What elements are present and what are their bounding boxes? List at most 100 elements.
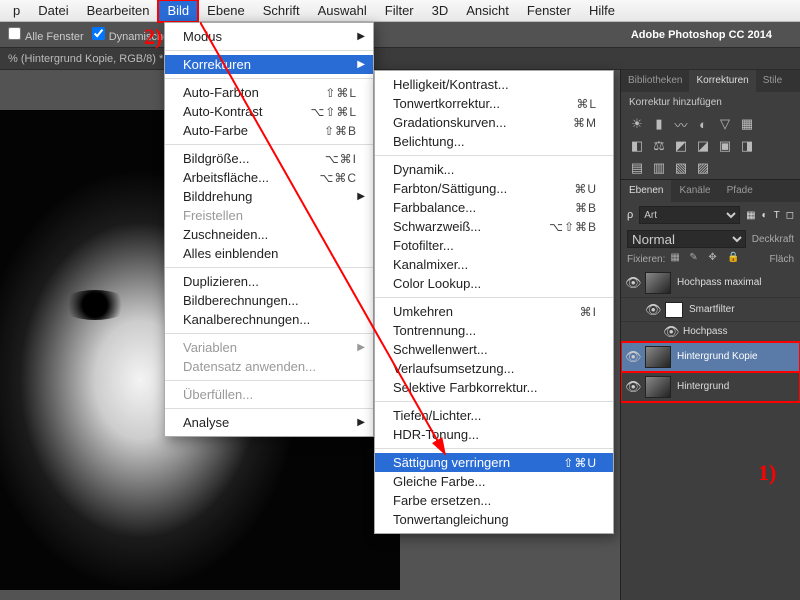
layer-visibility-icon[interactable]: 👁 [645, 302, 659, 318]
photo-filter-icon[interactable]: ◩ [673, 138, 689, 154]
alle-fenster-checkbox[interactable]: Alle Fenster [8, 27, 84, 43]
exposure-icon[interactable]: ◐ [695, 116, 711, 132]
korr-menu-item-19[interactable]: Tiefen/Lichter... [375, 406, 613, 425]
korr-menu-item-5[interactable]: Dynamik... [375, 160, 613, 179]
hue-icon[interactable]: ▦ [739, 116, 755, 132]
menu-3d[interactable]: 3D [423, 0, 458, 22]
korr-menu-item-2[interactable]: Gradationskurven...⌘M [375, 113, 613, 132]
korr-menu-item-1[interactable]: Tonwertkorrektur...⌘L [375, 94, 613, 113]
bild-menu-item-17[interactable]: Kanalberechnungen... [165, 310, 373, 329]
filter-text-icon[interactable]: T [774, 210, 780, 221]
korr-menu-item-6[interactable]: Farbton/Sättigung...⌘U [375, 179, 613, 198]
tab-korrekturen[interactable]: Korrekturen [689, 70, 755, 92]
bild-menu-item-8[interactable]: Bildgröße...⌥⌘I [165, 149, 373, 168]
bild-menu-item-10[interactable]: Bilddrehung▶ [165, 187, 373, 206]
tab-kanaele[interactable]: Kanäle [671, 180, 718, 202]
mixer-icon[interactable]: ◪ [695, 138, 711, 154]
menu-bild[interactable]: Bild [158, 0, 198, 22]
menu-auswahl[interactable]: Auswahl [309, 0, 376, 22]
vibrance-icon[interactable]: ▽ [717, 116, 733, 132]
lock-all-icon[interactable]: 🔒 [727, 252, 741, 266]
lock-pixels-icon[interactable]: ▦ [670, 252, 684, 266]
lock-brush-icon[interactable]: ✎ [689, 252, 703, 266]
bild-menu-item-5[interactable]: Auto-Kontrast⌥⇧⌘L [165, 102, 373, 121]
layer-visibility-icon[interactable]: 👁 [625, 379, 639, 395]
document-tab[interactable]: % (Hintergrund Kopie, RGB/8) * [8, 53, 163, 65]
layer-row-2[interactable]: 👁 Hochpass [621, 322, 800, 342]
gradient-icon[interactable]: ▧ [673, 160, 689, 176]
bild-menu-item-4[interactable]: Auto-Farbton⇧⌘L [165, 83, 373, 102]
menu-ebene[interactable]: Ebene [198, 0, 254, 22]
bild-menu-item-12[interactable]: Zuschneiden... [165, 225, 373, 244]
layer-visibility-icon[interactable]: 👁 [625, 275, 639, 291]
bild-menu-item-6[interactable]: Auto-Farbe⇧⌘B [165, 121, 373, 140]
layer-row-0[interactable]: 👁Hochpass maximal [621, 268, 800, 298]
layer-visibility-icon[interactable]: 👁 [625, 349, 639, 365]
korr-menu-item-22[interactable]: Sättigung verringern⇧⌘U [375, 453, 613, 472]
korr-menu-item-11[interactable]: Color Lookup... [375, 274, 613, 293]
menu-bearbeiten[interactable]: Bearbeiten [78, 0, 159, 22]
bild-menu-item-13[interactable]: Alles einblenden [165, 244, 373, 263]
korr-menu-item-25[interactable]: Tonwertangleichung [375, 510, 613, 529]
layer-filter-select[interactable]: Art [639, 206, 740, 224]
bw-icon[interactable]: ◧ [629, 138, 645, 154]
korr-menu-item-3[interactable]: Belichtung... [375, 132, 613, 151]
bild-menu-item-0[interactable]: Modus▶ [165, 27, 373, 46]
menu-schrift[interactable]: Schrift [254, 0, 309, 22]
menu-fenster[interactable]: Fenster [518, 0, 580, 22]
korr-menu-item-24[interactable]: Farbe ersetzen... [375, 491, 613, 510]
filter-pixel-icon[interactable]: ▦ [746, 210, 755, 221]
korr-menu-item-7[interactable]: Farbbalance...⌘B [375, 198, 613, 217]
layer-row-4[interactable]: 👁Hintergrund [621, 372, 800, 402]
bild-menu-item-16[interactable]: Bildberechnungen... [165, 291, 373, 310]
filter-shape-icon[interactable]: ◻ [786, 210, 794, 221]
korr-menu-item-13[interactable]: Umkehren⌘I [375, 302, 613, 321]
korr-menu-item-10[interactable]: Kanalmixer... [375, 255, 613, 274]
bild-menu-item-15[interactable]: Duplizieren... [165, 272, 373, 291]
tab-pfade[interactable]: Pfade [719, 180, 761, 202]
korr-menu-item-14[interactable]: Tontrennung... [375, 321, 613, 340]
invert-icon[interactable]: ◨ [739, 138, 755, 154]
document-tab-bar: % (Hintergrund Kopie, RGB/8) * [0, 48, 800, 70]
korr-menu-item-23[interactable]: Gleiche Farbe... [375, 472, 613, 491]
threshold-icon[interactable]: ▥ [651, 160, 667, 176]
lookup-icon[interactable]: ▣ [717, 138, 733, 154]
tab-stile[interactable]: Stile [756, 70, 789, 92]
korr-menu-item-20[interactable]: HDR-Tonung... [375, 425, 613, 444]
bild-menu-item-24[interactable]: Analyse▶ [165, 413, 373, 432]
korr-menu-item-0[interactable]: Helligkeit/Kontrast... [375, 75, 613, 94]
app-title: Adobe Photoshop CC 2014 [631, 29, 792, 41]
blend-mode-select[interactable]: Normal [627, 230, 746, 248]
brightness-icon[interactable]: ☀ [629, 116, 645, 132]
layer-visibility-icon[interactable]: 👁 [663, 324, 677, 340]
tab-bibliotheken[interactable]: Bibliotheken [621, 70, 689, 92]
app-menu[interactable]: p [4, 0, 29, 22]
selective-icon[interactable]: ▨ [695, 160, 711, 176]
filter-adj-icon[interactable]: ◐ [762, 210, 768, 221]
balance-icon[interactable]: ⚖ [651, 138, 667, 154]
menu-hilfe[interactable]: Hilfe [580, 0, 624, 22]
posterize-icon[interactable]: ▤ [629, 160, 645, 176]
menu-filter[interactable]: Filter [376, 0, 423, 22]
bild-menu-item-9[interactable]: Arbeitsfläche...⌥⌘C [165, 168, 373, 187]
layer-row-3[interactable]: 👁Hintergrund Kopie [621, 342, 800, 372]
korr-menu-item-9[interactable]: Fotofilter... [375, 236, 613, 255]
korr-menu-item-15[interactable]: Schwellenwert... [375, 340, 613, 359]
menu-ansicht[interactable]: Ansicht [457, 0, 518, 22]
dynamischer-checkbox[interactable]: Dynamischer [92, 27, 173, 43]
bild-menu-item-2[interactable]: Korrekturen▶ [165, 55, 373, 74]
layer-thumbnail[interactable] [645, 272, 671, 294]
korr-menu-item-8[interactable]: Schwarzweiß...⌥⇧⌘B [375, 217, 613, 236]
layer-thumbnail[interactable] [665, 302, 683, 318]
korr-menu-item-17[interactable]: Selektive Farbkorrektur... [375, 378, 613, 397]
menu-datei[interactable]: Datei [29, 0, 77, 22]
layer-thumbnail[interactable] [645, 376, 671, 398]
layer-thumbnail[interactable] [645, 346, 671, 368]
korr-menu-item-16[interactable]: Verlaufsumsetzung... [375, 359, 613, 378]
layer-row-1[interactable]: 👁Smartfilter [621, 298, 800, 322]
levels-icon[interactable]: ▮ [651, 116, 667, 132]
curves-icon[interactable]: 〰 [673, 116, 689, 132]
tab-ebenen[interactable]: Ebenen [621, 180, 671, 202]
lock-move-icon[interactable]: ✥ [708, 252, 722, 266]
layer-name: Hochpass [683, 326, 796, 337]
